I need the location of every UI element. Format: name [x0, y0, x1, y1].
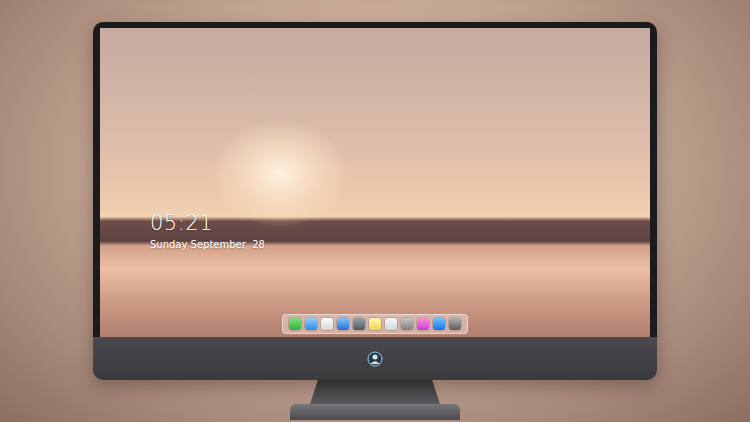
lock-screen: 05:21 Sunday September 28 — [100, 28, 650, 337]
lock-clock: 05:21 Sunday September 28 — [150, 211, 265, 251]
cloud-icon[interactable] — [305, 318, 317, 330]
video-icon[interactable] — [353, 318, 365, 330]
dock — [282, 314, 468, 334]
monitor-bezel: 05:21 Sunday September 28 — [93, 22, 657, 337]
notes-icon[interactable] — [369, 318, 381, 330]
monitor-chin — [93, 337, 657, 380]
clock-time: 05:21 — [150, 211, 265, 236]
app-store-icon[interactable] — [433, 318, 445, 330]
wallpaper-photo — [100, 28, 650, 337]
sun-glow — [210, 118, 350, 228]
monitor-base — [290, 404, 460, 420]
messages-icon[interactable] — [289, 318, 301, 330]
music-icon[interactable] — [417, 318, 429, 330]
monitor: 05:21 Sunday September 28 — [93, 22, 657, 380]
settings-icon[interactable] — [401, 318, 413, 330]
finder-icon[interactable] — [337, 318, 349, 330]
clock-date: Sunday September 28 — [150, 238, 265, 251]
camera-icon[interactable] — [449, 318, 461, 330]
safari-icon[interactable] — [321, 318, 333, 330]
monitor-stand — [310, 380, 440, 404]
brand-logo-icon — [367, 351, 383, 367]
desktop-background: 05:21 Sunday September 28 — [0, 0, 750, 422]
photos-icon[interactable] — [385, 318, 397, 330]
